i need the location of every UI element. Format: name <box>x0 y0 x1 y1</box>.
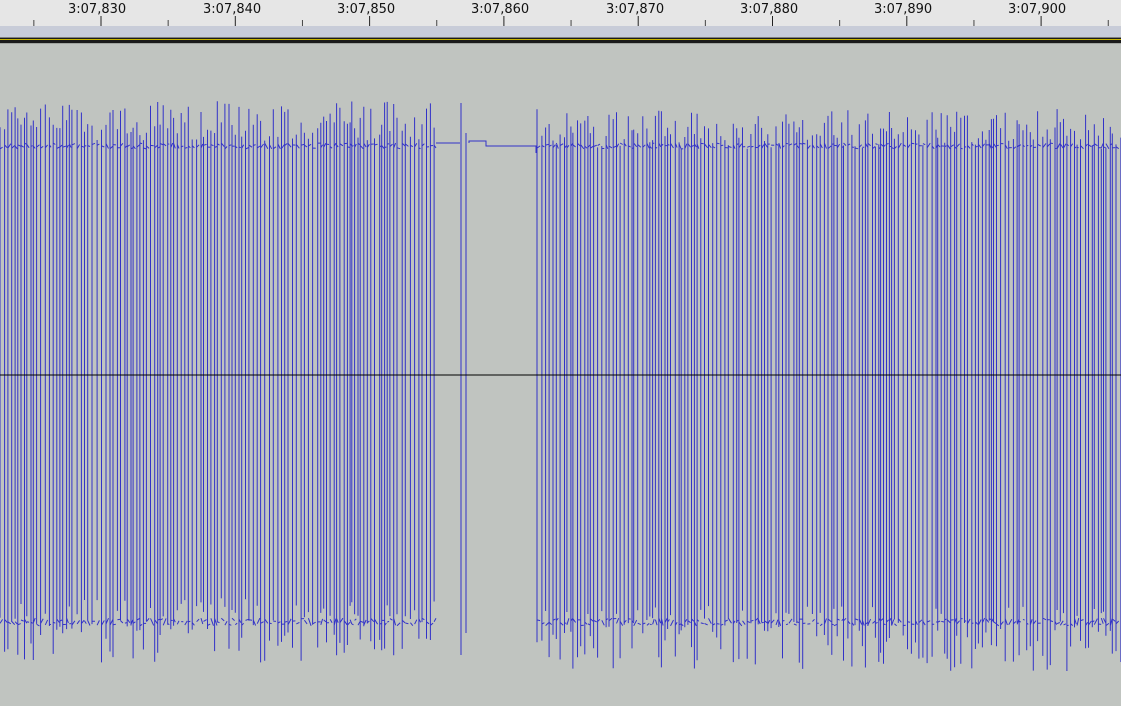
timeline-label: 3:07,860 <box>471 2 530 17</box>
timeline-ruler[interactable]: 3:07,830 3:07,840 3:07,850 3:07,860 3:07… <box>0 0 1121 26</box>
timeline-label: 3:07,850 <box>337 2 396 17</box>
waveform[interactable] <box>0 43 1121 706</box>
waveform-gap <box>436 103 537 655</box>
ruler-ticks <box>33 16 1109 26</box>
timeline-label: 3:07,830 <box>68 2 127 17</box>
timeline-label: 3:07,900 <box>1008 2 1067 17</box>
waveform-segment <box>536 109 1121 671</box>
timeline-label: 3:07,870 <box>606 2 665 17</box>
waveform-segment <box>0 101 437 663</box>
scrub-bar[interactable] <box>0 26 1121 37</box>
timeline-label: 3:07,880 <box>740 2 799 17</box>
timeline-label: 3:07,890 <box>874 2 933 17</box>
timeline-label: 3:07,840 <box>203 2 262 17</box>
selection-marker-line <box>0 39 1121 40</box>
